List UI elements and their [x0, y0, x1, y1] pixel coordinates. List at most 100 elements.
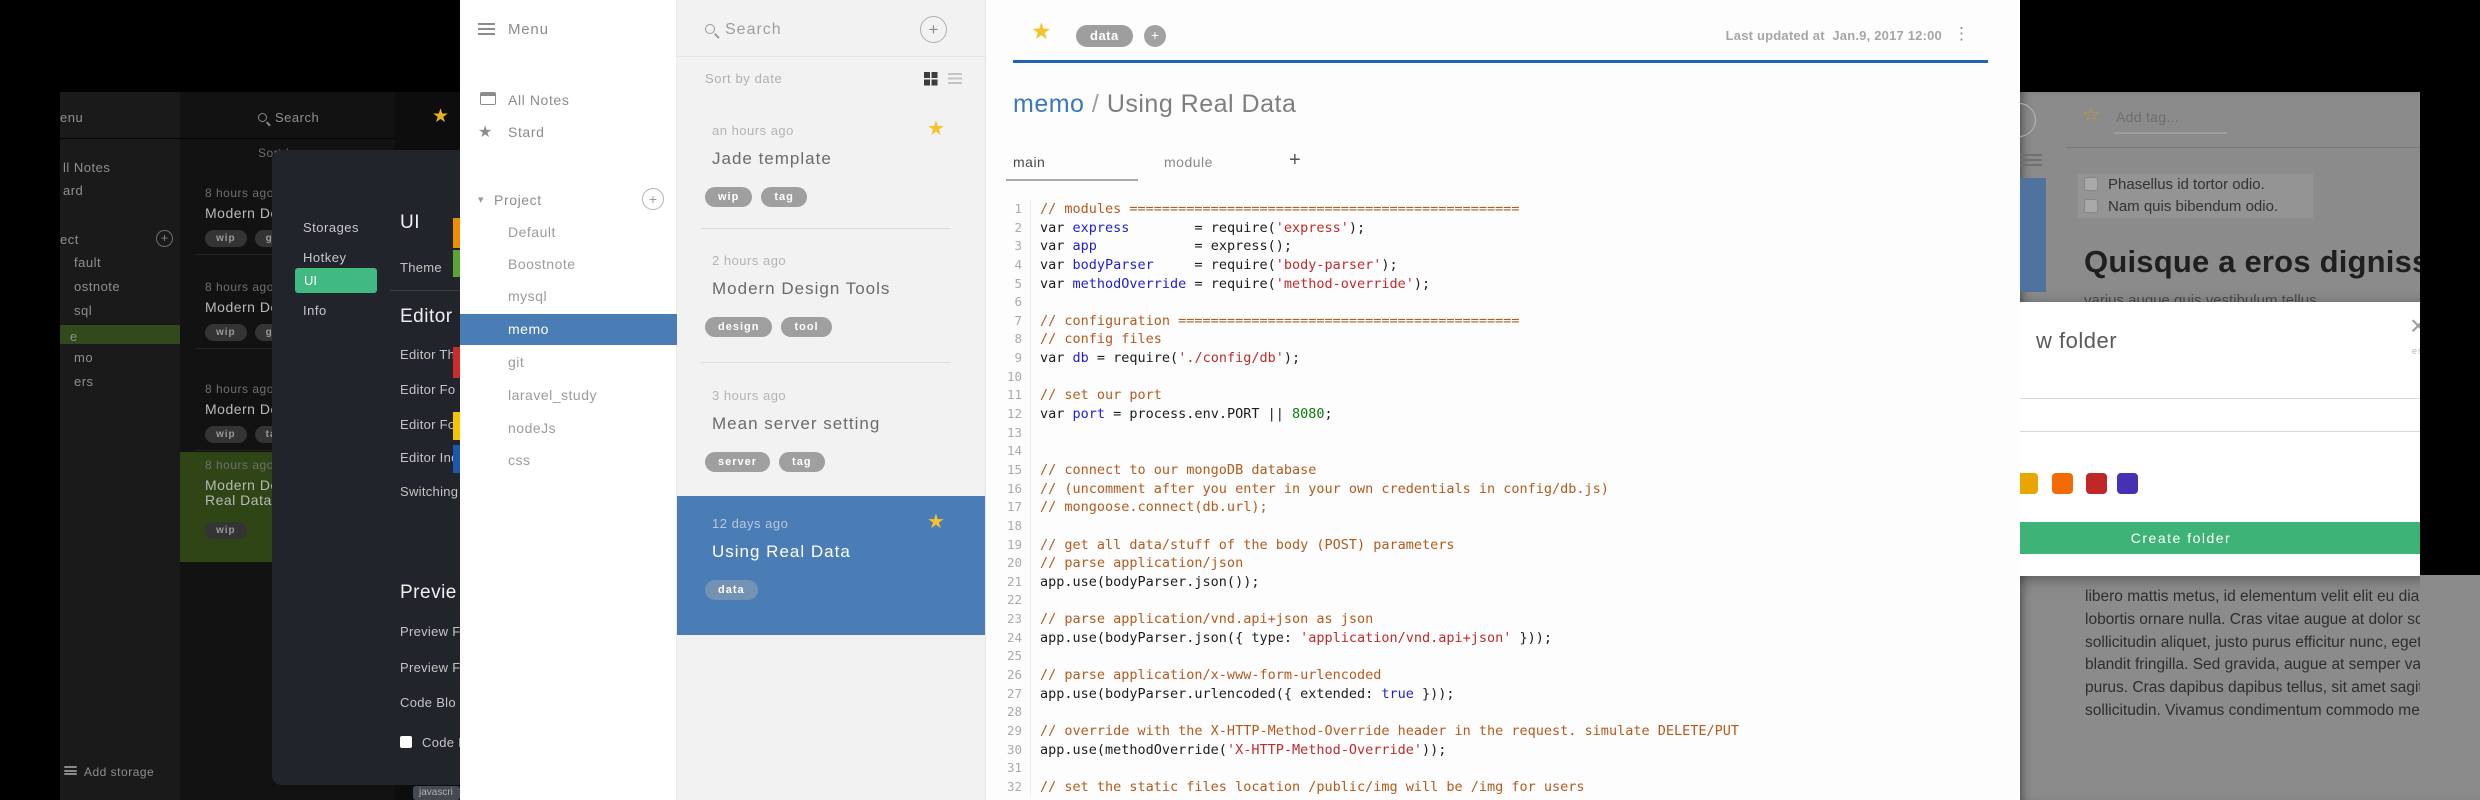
color-swatch[interactable] [2052, 473, 2073, 494]
folder-name-input[interactable] [2020, 398, 2420, 432]
sidebar-folder-laravel_study[interactable]: laravel_study [508, 387, 597, 403]
note-star-icon[interactable]: ★ [1031, 18, 1052, 45]
settings-editor-item[interactable]: Editor Fo [400, 382, 455, 397]
bg-folder-item[interactable]: fault [74, 255, 101, 270]
search-input[interactable]: Search [725, 21, 782, 39]
bg-folder-item[interactable]: e [70, 329, 78, 344]
sidebar-folder-nodeJs[interactable]: nodeJs [508, 420, 556, 436]
bg-note-title: Real Data [205, 492, 272, 508]
code-token: ); [1348, 219, 1366, 236]
note-card[interactable]: an hours ago ★ Jade template wip tag [677, 103, 985, 228]
settings-nav-item[interactable]: Info [303, 303, 327, 318]
bg-all-notes[interactable]: ll Notes [63, 160, 110, 175]
sidebar-folder-Default[interactable]: Default [508, 224, 556, 240]
kebab-menu-icon[interactable]: ⋮ [1953, 24, 1970, 44]
code-editor[interactable]: 1 // modules ============================… [1001, 200, 2011, 797]
code-text: // mongoose.connect(db.url); [1031, 498, 1268, 517]
bg-selected-folder-row[interactable] [60, 325, 180, 344]
bg-folder-item[interactable]: mo [74, 350, 93, 365]
body-text-line: lobortis ornare nulla. Cras vitae augue … [2085, 610, 2420, 628]
note-card[interactable]: 2 hours ago Modern Design Tools design tool [677, 233, 985, 362]
settings-theme-item[interactable]: Theme [400, 260, 442, 275]
sidebar-folder-Boostnote[interactable]: Boostnote [508, 256, 576, 272]
note-card[interactable]: 3 hours ago Mean server setting server tag [677, 368, 985, 496]
checkbox-label: Nam quis bibendum odio. [2108, 198, 2279, 215]
bg-search-label[interactable]: Search [275, 110, 319, 125]
note-tags: design tool [705, 317, 841, 337]
add-folder-icon[interactable]: + [642, 188, 664, 210]
sidebar-item-all-notes[interactable]: All Notes [508, 92, 569, 108]
hamburger-icon[interactable] [478, 23, 495, 35]
tag-pill: data [705, 580, 758, 600]
tab-module[interactable]: module [1164, 154, 1213, 170]
line-number: 13 [1001, 423, 1031, 443]
sidebar-folder-memo[interactable]: memo [508, 321, 549, 337]
settings-preview-item[interactable]: Preview F [400, 660, 460, 675]
code-token: 'method-override' [1275, 275, 1414, 292]
tab-main[interactable]: main [1013, 154, 1045, 170]
bg-add-folder-icon[interactable]: + [156, 230, 173, 247]
add-storage-button[interactable]: Add storage [84, 765, 154, 779]
settings-editor-item[interactable]: Editor Fo [400, 417, 455, 432]
chevron-down-icon[interactable]: ▾ [478, 193, 484, 206]
line-number: 26 [1001, 666, 1031, 685]
project-label[interactable]: Project [494, 192, 542, 208]
bg-project-label[interactable]: ect [60, 232, 79, 247]
menu-label[interactable]: Menu [508, 21, 549, 38]
settings-editor-item[interactable]: Editor Inc [400, 450, 458, 465]
settings-nav-active[interactable]: UI [295, 268, 377, 293]
code-token: var [1040, 238, 1073, 255]
settings-preview-item[interactable]: Code Blo [400, 695, 456, 710]
active-tab-underline [1006, 179, 1138, 181]
color-swatch[interactable] [2020, 473, 2038, 494]
bg-star-icon[interactable]: ★ [432, 105, 449, 128]
settings-editor-item[interactable]: Switching [400, 484, 458, 499]
breadcrumb-folder[interactable]: memo [1013, 90, 1084, 118]
note-time: 2 hours ago [712, 253, 787, 268]
note-card[interactable]: 12 days ago ★ Using Real Data data [677, 496, 985, 635]
sidebar-item-starred[interactable]: Stard [508, 124, 544, 140]
bg-folder-item[interactable]: sql [74, 303, 92, 318]
line-number: 23 [1001, 610, 1031, 629]
esc-hint: esc [2412, 346, 2420, 356]
code-line: 8 // config files [1001, 330, 2011, 350]
bg-menu-label[interactable]: enu [60, 110, 83, 125]
bg-starred[interactable]: ard [63, 183, 83, 198]
color-swatch[interactable] [2117, 473, 2138, 494]
body-text-line: sollicitudin. Vivamus condimentum commod… [2085, 701, 2420, 719]
selected-folder-row[interactable] [460, 314, 677, 345]
sort-dropdown[interactable]: Sort by date [705, 71, 782, 86]
last-updated-label: Last updated at Jan.9, 2017 12:00 [1725, 28, 1942, 43]
color-swatch[interactable] [2086, 473, 2107, 494]
create-folder-button[interactable]: Create folder [2020, 522, 2420, 554]
bg-folder-item[interactable]: ostnote [74, 279, 120, 294]
settings-editor-item[interactable]: Editor Th [400, 347, 455, 362]
list-view-icon[interactable] [948, 73, 962, 84]
close-icon[interactable]: × [2410, 310, 2420, 342]
sidebar-folder-mysql[interactable]: mysql [508, 288, 547, 304]
sidebar-folder-css[interactable]: css [508, 452, 531, 468]
settings-checkbox[interactable] [400, 736, 412, 748]
bg-tag-pill: wip [205, 426, 247, 443]
add-snippet-button[interactable]: + [1289, 149, 1301, 172]
note-tag-badge[interactable]: data [1076, 25, 1133, 47]
line-number: 31 [1001, 759, 1031, 778]
document-body-text: libero mattis metus, id elementum velit … [2085, 586, 2420, 723]
note-star-icon[interactable]: ★ [927, 509, 945, 534]
note-star-icon[interactable]: ★ [927, 116, 945, 141]
code-text: var app = express(); [1031, 237, 1292, 256]
code-line: 30 app.use(methodOverride('X-HTTP-Method-… [1001, 740, 2011, 760]
settings-preview-item[interactable]: Preview F [400, 624, 460, 639]
settings-nav-item[interactable]: Storages [303, 220, 359, 235]
code-text: // set our port [1031, 386, 1162, 405]
sidebar-folder-git[interactable]: git [508, 354, 524, 370]
grid-view-icon[interactable] [924, 72, 937, 85]
add-tag-button[interactable]: + [1144, 25, 1166, 47]
bg-folder-item[interactable]: ers [74, 374, 94, 389]
settings-nav-item[interactable]: Hotkey [303, 250, 346, 265]
code-token: // parse application/json [1040, 555, 1244, 572]
new-note-button[interactable]: + [920, 16, 947, 43]
code-line: 3 var app = express(); [1001, 237, 2011, 256]
